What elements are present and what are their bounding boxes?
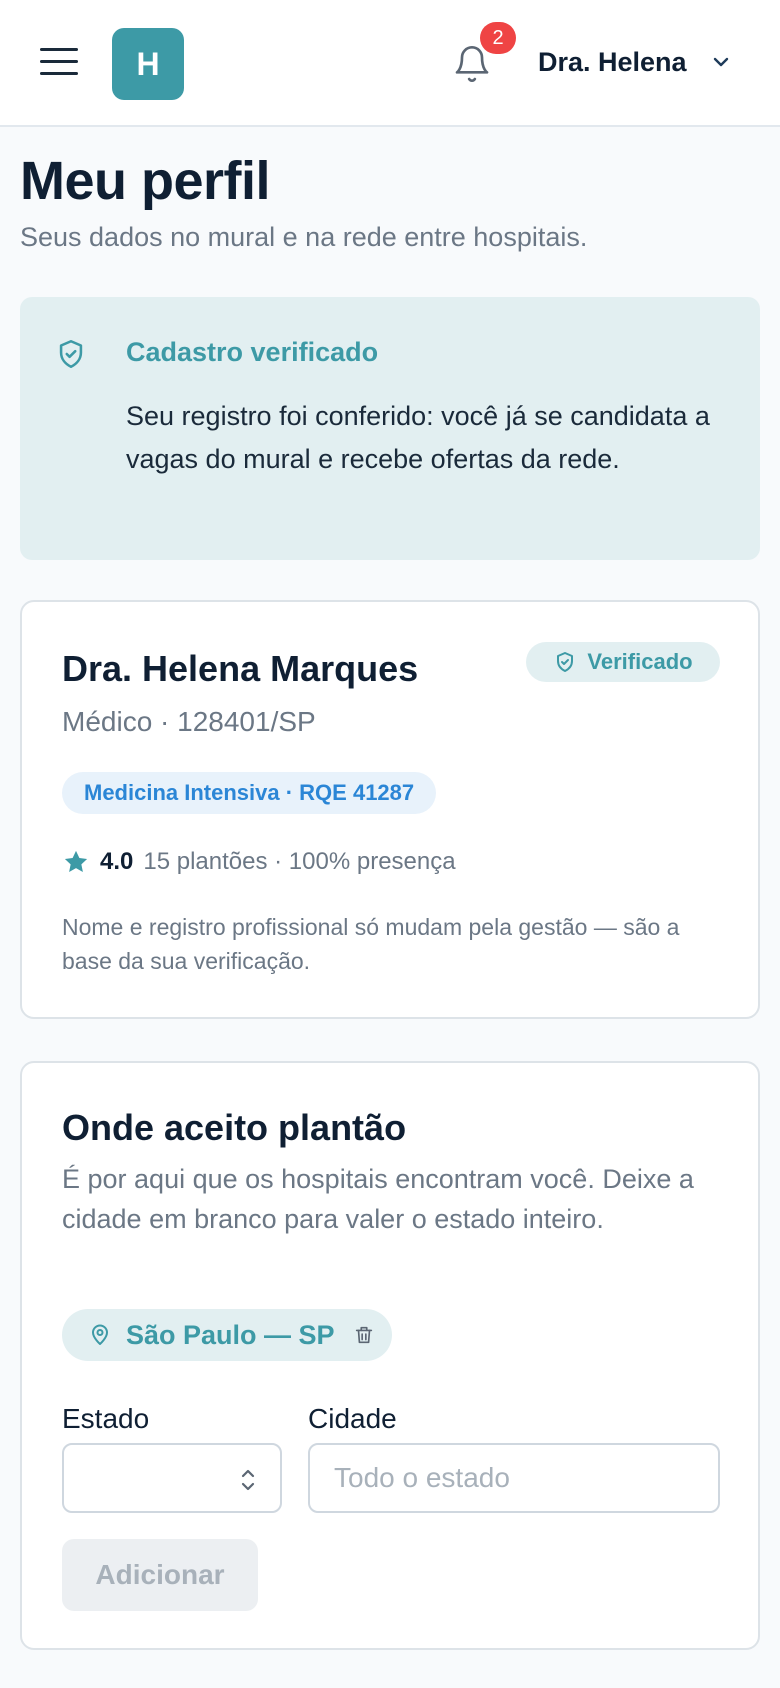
estado-select[interactable] [62,1443,282,1513]
user-menu[interactable]: Dra. Helena [538,42,733,82]
add-location-button[interactable]: Adicionar [62,1539,258,1611]
rating-row: 4.0 15 plantões · 100% presença [62,844,456,880]
banner-title: Cadastro verificado [126,337,379,367]
estado-label: Estado [62,1403,150,1434]
verified-badge-label: Verificado [587,649,693,674]
chevron-up-down-icon [241,1469,255,1491]
app-logo[interactable]: H [112,28,184,100]
doctor-registration: Médico · 128401/SP [62,706,316,737]
star-icon [64,850,88,873]
chevron-down-icon [713,57,728,67]
location-chip: São Paulo — SP [62,1309,392,1361]
top-bar: H 2 Dra. Helena [0,0,780,127]
page-title: Meu perfil [20,151,271,211]
shield-check-icon [557,652,574,672]
profile-card: Dra. Helena Marques Verificado Médico · … [20,600,760,1019]
verified-badge: Verificado [526,642,720,682]
rating-meta: 15 plantões · 100% presença [143,848,456,875]
location-chip-label: São Paulo — SP [126,1319,335,1350]
banner-text: Seu registro foi conferido: você já se c… [126,401,710,474]
notification-count-badge: 2 [480,22,516,54]
locations-description: É por aqui que os hospitais encontram vo… [62,1164,694,1234]
cidade-input[interactable] [308,1443,720,1513]
verified-banner: Cadastro verificado Seu registro foi con… [20,297,760,560]
profile-note: Nome e registro profissional só mudam pe… [62,914,680,974]
locations-card: Onde aceito plantão É por aqui que os ho… [20,1061,760,1650]
specialty-tag: Medicina Intensiva · RQE 41287 [62,772,437,814]
hamburger-menu-icon[interactable] [40,46,80,78]
cidade-label: Cidade [308,1403,397,1434]
shield-check-icon [59,339,83,369]
map-pin-icon [92,1324,108,1345]
locations-title: Onde aceito plantão [62,1107,407,1148]
doctor-name: Dra. Helena Marques [62,648,419,689]
trash-icon[interactable] [353,1324,375,1346]
page-subtitle: Seus dados no mural e na rede entre hosp… [20,222,588,252]
user-name: Dra. Helena [538,46,687,77]
rating-value: 4.0 [100,848,134,875]
